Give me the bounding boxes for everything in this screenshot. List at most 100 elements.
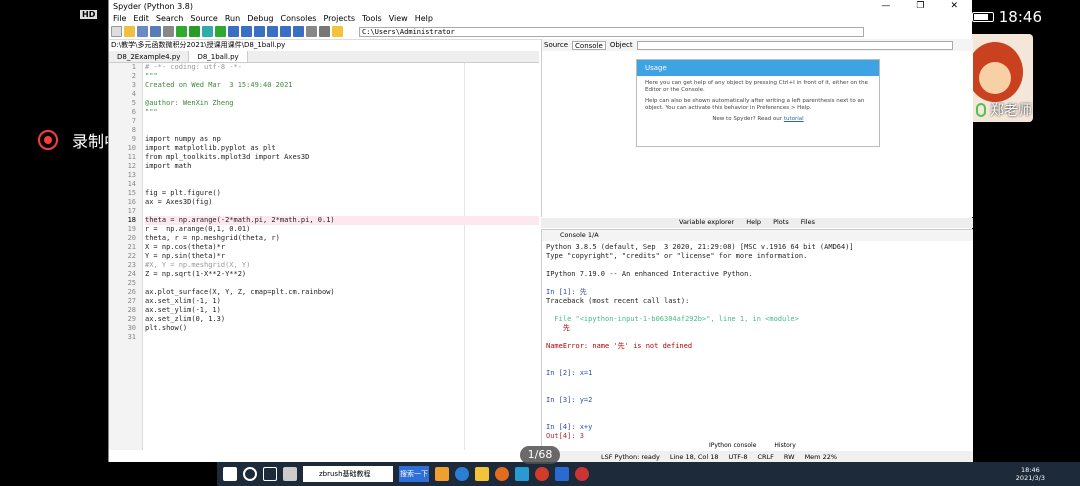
console-tab[interactable]: Console 1/A [542,230,973,241]
code-line[interactable]: from mpl_toolkits.mplot3d import Axes3D [145,153,539,162]
code-line[interactable] [145,279,539,288]
code-line[interactable]: r = np.arange(0,1, 0.01) [145,225,539,234]
menu-item-consoles[interactable]: Consoles [281,14,317,23]
windows-start-icon[interactable] [223,467,237,481]
maximize-pane-icon[interactable] [306,26,317,37]
code-line[interactable] [145,180,539,189]
maps-icon[interactable] [555,467,569,481]
editor-tab[interactable]: D8_1ball.py [189,51,248,62]
status-bar: LSF Python: ready Line 18, Col 18 UTF-8 CRL… [541,451,973,462]
menu-item-run[interactable]: Run [225,14,240,23]
open-file-icon[interactable] [124,26,135,37]
code-line[interactable]: ax.set_zlim(0, 1.3) [145,315,539,324]
task-view-icon[interactable] [263,467,277,481]
run-icon[interactable] [176,26,187,37]
photos-icon[interactable] [515,467,529,481]
menu-item-edit[interactable]: Edit [133,14,149,23]
console-bottom-tab[interactable]: History [774,442,795,449]
code-line[interactable]: ax.set_ylim(-1, 1) [145,306,539,315]
menu-item-tools[interactable]: Tools [362,14,382,23]
menu-item-debug[interactable]: Debug [247,14,273,23]
code-line[interactable]: #X, Y = np.meshgrid(X, Y) [145,261,539,270]
code-line[interactable]: import numpy as np [145,135,539,144]
continue-icon[interactable] [280,26,291,37]
code-line[interactable]: plt.show() [145,324,539,333]
edge-icon[interactable] [455,467,469,481]
code-line[interactable]: X = np.cos(theta)*r [145,243,539,252]
save-icon[interactable] [137,26,148,37]
object-label: Object [609,41,633,49]
pane-tab-files[interactable]: Files [801,218,815,228]
code-line[interactable]: """ [145,72,539,81]
stop-icon[interactable] [293,26,304,37]
line-number: 19 [127,225,136,233]
python-path-icon[interactable] [332,26,343,37]
code-line[interactable]: """ [145,108,539,117]
object-input[interactable] [636,40,953,50]
code-line[interactable]: fig = plt.figure() [145,189,539,198]
menu-item-help[interactable]: Help [415,14,433,23]
code-line[interactable]: @author: WenXin Zheng [145,99,539,108]
tutorial-link[interactable]: tutorial [784,116,804,122]
pane-tab-variable-explorer[interactable]: Variable explorer [679,218,734,228]
step-return-icon[interactable] [267,26,278,37]
menu-item-file[interactable]: File [113,14,126,23]
cortana-icon[interactable] [243,467,257,481]
step-into-icon[interactable] [254,26,265,37]
code-area[interactable]: # -*- coding: utf-8 -*- """ Created on Wed… [145,63,539,342]
working-directory-input[interactable]: C:\Users\Administrator [359,26,864,37]
menu-item-view[interactable]: View [389,14,408,23]
console-bottom-tab[interactable]: IPython console [709,442,756,449]
taskbar-search-button[interactable]: 搜索一下 [399,466,429,482]
code-line[interactable] [145,333,539,342]
step-icon[interactable] [241,26,252,37]
code-line[interactable]: ax = Axes3D(fig) [145,198,539,207]
menu-item-source[interactable]: Source [190,14,217,23]
code-line[interactable]: ax.set_xlim(-1, 1) [145,297,539,306]
code-line[interactable] [145,126,539,135]
firefox-icon[interactable] [495,467,509,481]
maximize-icon[interactable]: ❐ [916,1,924,11]
menu-item-search[interactable]: Search [156,14,183,23]
debug-icon[interactable] [228,26,239,37]
code-line[interactable]: # -*- coding: utf-8 -*- [145,63,539,72]
source-select[interactable]: Console [572,40,606,50]
minimize-icon[interactable]: — [881,1,890,11]
editor-tab[interactable]: D8_2Example4.py [109,51,190,62]
code-line[interactable] [145,90,539,99]
code-line[interactable]: ax.plot_surface(X, Y, Z, cmap=plt.cm.rai… [145,288,539,297]
console-output[interactable]: Python 3.8.5 (default, Sep 3 2020, 21:29… [542,241,973,470]
code-line[interactable]: Z = np.sqrt(1-X**2-Y**2) [145,270,539,279]
code-line[interactable]: theta, r = np.meshgrid(theta, r) [145,234,539,243]
ipython-console[interactable]: Console 1/A Python 3.8.5 (default, Sep 3… [541,229,973,467]
code-editor[interactable]: 1 2 3 4 5 6 7 8 9 10 11 12 13 14 15 16 17 18 19 20 21 22 23 24 2… [109,63,539,450]
taskbar-search-input[interactable]: zbrush基础教程 [303,466,393,482]
code-line[interactable]: Created on Wed Mar 3 15:49:40 2021 [145,81,539,90]
spyder-taskbar-icon[interactable] [575,467,589,481]
new-file-icon[interactable] [111,26,122,37]
run-cell-advance-icon[interactable] [202,26,213,37]
code-line[interactable] [145,117,539,126]
app-icon[interactable] [283,467,297,481]
console-line: In [4]: x+y [546,423,593,431]
run-cell-icon[interactable] [189,26,200,37]
code-line[interactable]: theta = np.arange(-2*math.pi, 2*math.pi,… [145,216,539,225]
code-line[interactable] [145,171,539,180]
media-icon[interactable] [535,467,549,481]
save-all-icon[interactable] [150,26,161,37]
code-line[interactable]: Y = np.sin(theta)*r [145,252,539,261]
run-selection-icon[interactable] [215,26,226,37]
taskbar-clock[interactable]: 18:46 2021/3/3 [1016,466,1045,482]
close-icon[interactable]: ✕ [950,1,958,11]
preferences-icon[interactable] [319,26,330,37]
store-icon[interactable] [435,467,449,481]
code-line[interactable] [145,207,539,216]
code-line[interactable]: import matplotlib.pyplot as plt [145,144,539,153]
pane-tab-help[interactable]: Help [746,218,761,228]
menu-item-projects[interactable]: Projects [323,14,355,23]
code-line[interactable]: import math [145,162,539,171]
folder-icon[interactable] [475,467,489,481]
pane-tab-plots[interactable]: Plots [773,218,789,228]
at-icon[interactable] [163,26,174,37]
